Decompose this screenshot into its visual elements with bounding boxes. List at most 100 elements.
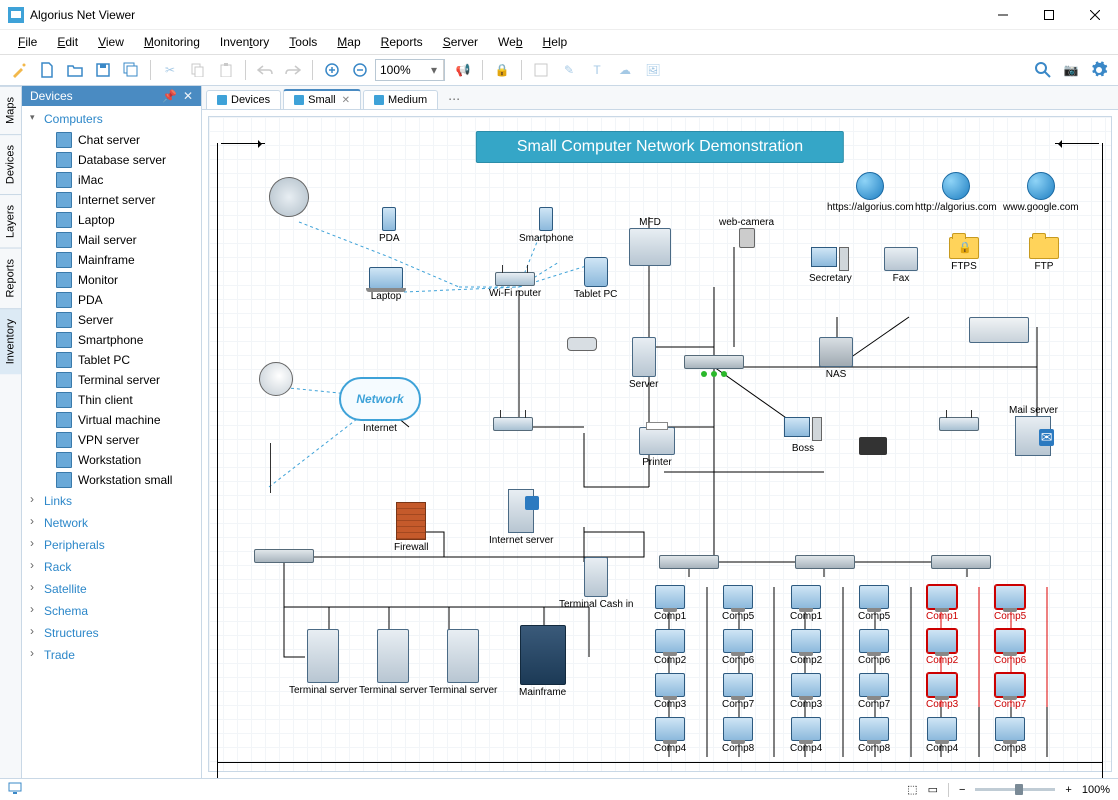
tree-item[interactable]: Server: [22, 310, 201, 330]
vtab-layers[interactable]: Layers: [0, 194, 21, 248]
zoom-in-button[interactable]: [319, 57, 345, 83]
node-comp[interactable]: Comp4: [790, 717, 822, 754]
tree-cat-satellite[interactable]: Satellite: [22, 578, 201, 600]
tree-cat-schema[interactable]: Schema: [22, 600, 201, 622]
node-pda[interactable]: PDA: [379, 207, 400, 244]
node-comp[interactable]: Comp5: [722, 585, 754, 622]
menu-monitoring[interactable]: Monitoring: [136, 33, 208, 51]
doc-tab-small[interactable]: Small✕: [283, 89, 361, 109]
node-comp[interactable]: Comp8: [722, 717, 754, 754]
node-comp[interactable]: Comp7: [994, 673, 1026, 710]
tree-item[interactable]: Mail server: [22, 230, 201, 250]
wizard-button[interactable]: [6, 57, 32, 83]
node-ftp-folder[interactable]: FTP: [1029, 237, 1059, 272]
tree-item[interactable]: Tablet PC: [22, 350, 201, 370]
tree-item[interactable]: PDA: [22, 290, 201, 310]
vtab-inventory[interactable]: Inventory: [0, 308, 21, 374]
vtab-devices[interactable]: Devices: [0, 134, 21, 194]
tree-item[interactable]: Workstation: [22, 450, 201, 470]
node-webcam[interactable]: web-camera: [719, 217, 774, 250]
node-switch-grid-1[interactable]: [659, 555, 719, 571]
node-switch-left[interactable]: [254, 549, 314, 565]
zoom-slider[interactable]: [975, 788, 1055, 791]
tree-cat-network[interactable]: Network: [22, 512, 201, 534]
zoom-out-status[interactable]: −: [959, 784, 965, 796]
fit-width-button[interactable]: ⬚: [907, 783, 917, 796]
tree-item[interactable]: Mainframe: [22, 250, 201, 270]
node-internet-server[interactable]: Internet server: [489, 489, 553, 546]
node-comp[interactable]: Comp1: [790, 585, 822, 622]
node-fax[interactable]: Fax: [884, 247, 918, 284]
search-button[interactable]: [1030, 57, 1056, 83]
pin-icon[interactable]: 📌: [162, 89, 177, 103]
node-comp[interactable]: Comp8: [994, 717, 1026, 754]
node-central-switch[interactable]: [684, 355, 744, 371]
node-comp[interactable]: Comp3: [926, 673, 958, 710]
doc-tabs-more[interactable]: ⋯: [440, 89, 468, 109]
node-comp[interactable]: Comp6: [858, 629, 890, 666]
node-comp[interactable]: Comp2: [790, 629, 822, 666]
node-mainframe[interactable]: Mainframe: [519, 625, 566, 698]
node-comp[interactable]: Comp2: [654, 629, 686, 666]
announce-button[interactable]: 📢: [450, 57, 476, 83]
node-comp[interactable]: Comp2: [926, 629, 958, 666]
node-comp[interactable]: Comp3: [790, 673, 822, 710]
node-comp[interactable]: Comp8: [858, 717, 890, 754]
doc-tab-medium[interactable]: Medium: [363, 90, 438, 109]
menu-file[interactable]: File: [10, 33, 45, 51]
menu-inventory[interactable]: Inventory: [212, 33, 277, 51]
node-server[interactable]: Server: [629, 337, 658, 390]
undo-button[interactable]: [252, 57, 278, 83]
tree-item[interactable]: Internet server: [22, 190, 201, 210]
shape-tool-button[interactable]: [528, 57, 554, 83]
node-internet-cloud[interactable]: NetworkInternet: [339, 377, 421, 434]
tree-item[interactable]: Chat server: [22, 130, 201, 150]
node-comp[interactable]: Comp7: [858, 673, 890, 710]
node-mail-server[interactable]: Mail server: [1009, 405, 1058, 458]
menu-edit[interactable]: Edit: [49, 33, 86, 51]
tree-item[interactable]: Smartphone: [22, 330, 201, 350]
node-projector[interactable]: [567, 337, 597, 353]
node-firewall[interactable]: Firewall: [394, 502, 428, 553]
node-globe-https[interactable]: https://algorius.com: [827, 172, 914, 213]
minimize-button[interactable]: [980, 0, 1026, 30]
node-secretary[interactable]: Secretary: [809, 247, 852, 284]
node-comp[interactable]: Comp3: [654, 673, 686, 710]
node-laptop[interactable]: Laptop: [369, 267, 403, 302]
node-terminal-cash[interactable]: Terminal Cash in: [559, 557, 633, 610]
tree-item[interactable]: Virtual machine: [22, 410, 201, 430]
node-comp[interactable]: Comp5: [994, 585, 1026, 622]
node-comp[interactable]: Comp6: [722, 629, 754, 666]
diagram-canvas[interactable]: Small Computer Network Demonstration: [208, 116, 1112, 772]
settings-button[interactable]: [1086, 57, 1112, 83]
node-printer[interactable]: Printer: [639, 427, 675, 468]
tree-cat-links[interactable]: Links: [22, 490, 201, 512]
save-all-button[interactable]: [118, 57, 144, 83]
vtab-reports[interactable]: Reports: [0, 248, 21, 308]
cloud-tool-button[interactable]: ☁: [612, 57, 638, 83]
tree-item[interactable]: VPN server: [22, 430, 201, 450]
tree-item[interactable]: Database server: [22, 150, 201, 170]
image-tool-button[interactable]: 🖼: [640, 57, 666, 83]
panel-close-icon[interactable]: ✕: [183, 89, 193, 103]
tree-item[interactable]: iMac: [22, 170, 201, 190]
save-button[interactable]: [90, 57, 116, 83]
node-radio-tower[interactable]: [254, 437, 286, 495]
node-ftps-folder[interactable]: FTPS: [949, 237, 979, 272]
node-comp[interactable]: Comp1: [654, 585, 686, 622]
node-tserver-1[interactable]: Terminal server: [289, 629, 357, 696]
node-comp[interactable]: Comp5: [858, 585, 890, 622]
new-map-button[interactable]: [34, 57, 60, 83]
text-tool-button[interactable]: T: [584, 57, 610, 83]
tree-item[interactable]: Workstation small: [22, 470, 201, 490]
cut-button[interactable]: ✂: [157, 57, 183, 83]
redo-button[interactable]: [280, 57, 306, 83]
paste-button[interactable]: [213, 57, 239, 83]
node-deskphone[interactable]: [859, 437, 887, 457]
tree-item[interactable]: Monitor: [22, 270, 201, 290]
node-switch-grid-3[interactable]: [931, 555, 991, 571]
zoom-combo[interactable]: [375, 59, 445, 81]
menu-web[interactable]: Web: [490, 33, 530, 51]
menu-server[interactable]: Server: [435, 33, 486, 51]
zoom-in-status[interactable]: +: [1065, 784, 1071, 796]
